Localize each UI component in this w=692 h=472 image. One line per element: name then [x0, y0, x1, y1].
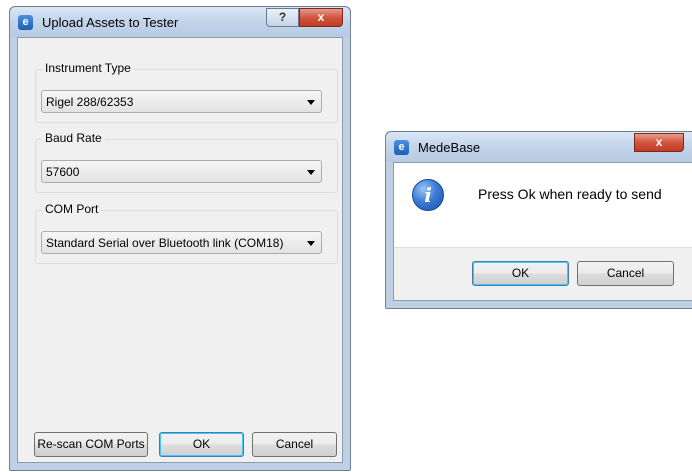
message-box-button-bar: OK Cancel [394, 247, 692, 300]
instrument-type-select[interactable]: Rigel 288/62353 [41, 90, 322, 113]
cancel-button[interactable]: Cancel [577, 261, 674, 286]
dialog-client-area: Instrument Type Rigel 288/62353 Baud Rat… [17, 37, 343, 463]
chevron-down-icon [307, 241, 315, 246]
help-button[interactable]: ? [266, 8, 299, 27]
rescan-com-ports-button[interactable]: Re-scan COM Ports [34, 432, 148, 457]
dialog-title: Upload Assets to Tester [42, 15, 179, 30]
message-box-title: MedeBase [418, 140, 481, 155]
baud-rate-group: Baud Rate 57600 [35, 131, 338, 193]
ok-button[interactable]: OK [472, 261, 569, 286]
app-e-icon: e [18, 15, 33, 30]
cancel-button[interactable]: Cancel [252, 432, 337, 457]
chevron-down-icon [307, 100, 315, 105]
title-bar[interactable]: e Upload Assets to Tester ? x [10, 7, 350, 37]
message-box-client-area: i Press Ok when ready to send OK Cancel [393, 162, 692, 301]
ok-button[interactable]: OK [159, 432, 244, 457]
close-button[interactable]: x [299, 8, 343, 27]
upload-assets-dialog: e Upload Assets to Tester ? x Instrument… [9, 6, 351, 471]
instrument-type-value: Rigel 288/62353 [46, 95, 134, 109]
com-port-label: COM Port [42, 202, 102, 216]
title-bar[interactable]: e MedeBase x [386, 132, 692, 162]
baud-rate-value: 57600 [46, 165, 80, 179]
close-button[interactable]: x [634, 133, 684, 152]
com-port-group: COM Port Standard Serial over Bluetooth … [35, 202, 338, 264]
information-icon: i [412, 179, 444, 211]
app-e-icon: e [394, 140, 409, 155]
baud-rate-label: Baud Rate [42, 131, 105, 145]
medebase-message-box: e MedeBase x i Press Ok when ready to se… [385, 131, 692, 309]
instrument-type-label: Instrument Type [42, 61, 134, 75]
com-port-select[interactable]: Standard Serial over Bluetooth link (COM… [41, 231, 322, 254]
chevron-down-icon [307, 170, 315, 175]
com-port-value: Standard Serial over Bluetooth link (COM… [46, 236, 284, 250]
instrument-type-group: Instrument Type Rigel 288/62353 [35, 61, 338, 123]
baud-rate-select[interactable]: 57600 [41, 160, 322, 183]
message-text: Press Ok when ready to send [478, 186, 662, 202]
